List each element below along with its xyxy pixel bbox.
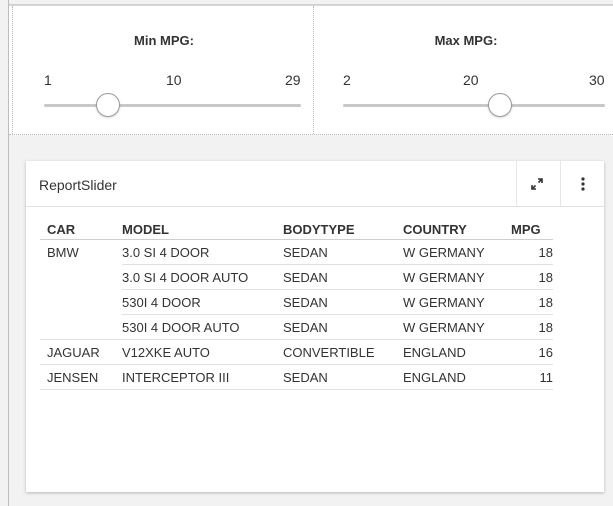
cell-model: 3.0 SI 4 DOOR xyxy=(122,239,283,265)
vertical-ellipsis-icon xyxy=(580,177,585,191)
cell-country: W GERMANY xyxy=(403,264,511,290)
table-row: 530I 4 DOOR AUTO SEDAN W GERMANY 18 xyxy=(40,314,553,340)
table-row: 530I 4 DOOR SEDAN W GERMANY 18 xyxy=(40,289,553,315)
cell-country: W GERMANY xyxy=(403,314,511,340)
report-card: ReportSlider CAR MODEL BODYTYPE COUNTRY … xyxy=(26,161,604,492)
cell-car xyxy=(40,290,122,315)
cell-mpg: 11 xyxy=(511,364,553,390)
cell-mpg: 18 xyxy=(511,264,553,290)
cell-bodytype: SEDAN xyxy=(283,239,403,265)
cell-country: W GERMANY xyxy=(403,289,511,315)
table-row: BMW 3.0 SI 4 DOOR SEDAN W GERMANY 18 xyxy=(40,239,553,265)
cell-car xyxy=(40,314,122,340)
cell-mpg: 18 xyxy=(511,239,553,265)
max-mpg-tick-mid: 20 xyxy=(463,72,479,88)
cell-country: W GERMANY xyxy=(403,239,511,265)
column-header-car[interactable]: CAR xyxy=(40,216,122,240)
cell-model: 530I 4 DOOR AUTO xyxy=(122,314,283,340)
cell-bodytype: SEDAN xyxy=(283,289,403,315)
min-mpg-tick-high: 29 xyxy=(285,72,301,88)
cell-car: JENSEN xyxy=(40,364,122,390)
cell-mpg: 18 xyxy=(511,314,553,340)
cell-model: INTERCEPTOR III xyxy=(122,364,283,390)
cell-car xyxy=(40,265,122,290)
cell-bodytype: SEDAN xyxy=(283,364,403,390)
table-row: JAGUAR V12XKE AUTO CONVERTIBLE ENGLAND 1… xyxy=(40,339,553,365)
cell-car: BMW xyxy=(47,245,79,261)
cell-model: 530I 4 DOOR xyxy=(122,289,283,315)
min-mpg-slider-group: Min MPG: 1 10 29 xyxy=(12,6,314,134)
report-card-header: ReportSlider xyxy=(26,161,604,207)
expand-arrows-icon xyxy=(530,178,543,190)
cell-mpg: 18 xyxy=(511,289,553,315)
max-mpg-tick-high: 30 xyxy=(589,72,605,88)
max-mpg-label: Max MPG: xyxy=(434,33,498,48)
cell-model: 3.0 SI 4 DOOR AUTO xyxy=(122,264,283,290)
table-header-row: CAR MODEL BODYTYPE COUNTRY MPG xyxy=(40,216,553,240)
max-mpg-tick-low: 2 xyxy=(343,72,351,88)
cell-bodytype: SEDAN xyxy=(283,314,403,340)
column-header-bodytype[interactable]: BODYTYPE xyxy=(283,216,403,240)
cell-model: V12XKE AUTO xyxy=(122,339,283,365)
column-header-model[interactable]: MODEL xyxy=(122,216,283,240)
cell-bodytype: CONVERTIBLE xyxy=(283,339,403,365)
cell-bodytype: SEDAN xyxy=(283,264,403,290)
min-mpg-tick-low: 1 xyxy=(44,72,52,88)
expand-button[interactable] xyxy=(516,161,556,207)
column-header-mpg[interactable]: MPG xyxy=(511,216,553,240)
column-header-country[interactable]: COUNTRY xyxy=(403,216,511,240)
table-row: JENSEN INTERCEPTOR III SEDAN ENGLAND 11 xyxy=(40,364,553,390)
cell-country: ENGLAND xyxy=(403,364,511,390)
cell-car: JAGUAR xyxy=(40,339,122,365)
report-title: ReportSlider xyxy=(39,177,117,193)
table-row: 3.0 SI 4 DOOR AUTO SEDAN W GERMANY 18 xyxy=(40,264,553,290)
max-mpg-slider-thumb[interactable] xyxy=(488,93,513,117)
min-mpg-slider-thumb[interactable] xyxy=(96,93,121,117)
more-options-button[interactable] xyxy=(560,161,604,207)
max-mpg-slider-track[interactable] xyxy=(343,104,605,107)
min-mpg-slider-track[interactable] xyxy=(44,104,301,107)
cell-mpg: 16 xyxy=(511,339,553,365)
min-mpg-label: Min MPG: xyxy=(134,33,194,48)
report-table: CAR MODEL BODYTYPE COUNTRY MPG BMW 3.0 S… xyxy=(40,216,553,390)
cell-country: ENGLAND xyxy=(403,339,511,365)
min-mpg-tick-mid: 10 xyxy=(166,72,182,88)
slider-panel: Min MPG: 1 10 29 Max MPG: 2 20 30 xyxy=(9,5,613,135)
max-mpg-slider-group: Max MPG: 2 20 30 xyxy=(315,6,613,134)
